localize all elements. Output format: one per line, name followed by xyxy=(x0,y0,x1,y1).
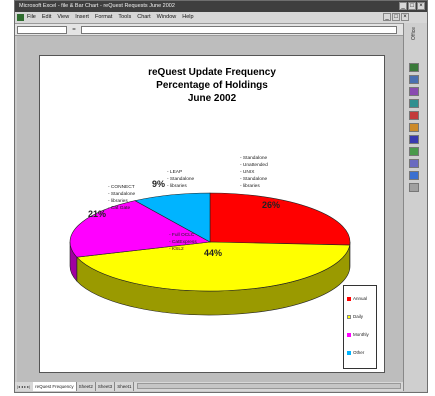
tab-request-frequency[interactable]: reQuest Frequency xyxy=(33,382,77,391)
tab-first-button[interactable]: |◂ xyxy=(17,382,20,391)
legend-label-daily: Daily xyxy=(353,314,364,319)
horizontal-scrollbar[interactable] xyxy=(137,383,401,389)
excel-window: Microsoft Excel - file & Bar Chart - reQ… xyxy=(14,0,428,393)
office-btn-7[interactable] xyxy=(409,135,419,144)
tab-next-button[interactable]: ▸ xyxy=(24,382,26,391)
chart-legend[interactable]: Annual Daily Monthly Other xyxy=(343,285,377,369)
tab-sheet3[interactable]: Sheet3 xyxy=(95,382,116,391)
pie-note-annual: - Unattended xyxy=(240,162,268,168)
doc-close-button[interactable]: × xyxy=(401,13,409,21)
menu-format[interactable]: Format xyxy=(95,12,112,23)
office-btn-4[interactable] xyxy=(409,99,419,108)
legend-label-monthly: Monthly xyxy=(353,332,369,337)
office-btn-2[interactable] xyxy=(409,75,419,84)
doc-restore-button[interactable]: □ xyxy=(392,13,400,21)
sheet-tabs-bar: |◂ ◂ ▸ ▸| reQuest Frequency Sheet2 Sheet… xyxy=(15,382,403,391)
pie-percent-other: 9% xyxy=(152,179,165,189)
pie-note-monthly: - CONNECT xyxy=(108,184,135,190)
office-btn-5[interactable] xyxy=(409,111,419,120)
pie-note-annual: - Standalone xyxy=(240,176,268,182)
legend-swatch-daily xyxy=(347,314,351,319)
menu-bar: File Edit View Insert Format Tools Chart… xyxy=(15,12,427,23)
legend-swatch-other xyxy=(347,350,351,355)
office-btn-8[interactable] xyxy=(409,147,419,156)
menu-help[interactable]: Help xyxy=(182,12,193,23)
pie-note-annual: - libraries xyxy=(240,183,260,189)
office-shortcut-bar: Office xyxy=(403,23,427,391)
tab-navigation: |◂ ◂ ▸ ▸| xyxy=(15,382,30,391)
maximize-button[interactable]: □ xyxy=(408,2,416,10)
pie-note-monthly: - Standalone xyxy=(108,191,136,197)
pie-note-annual: - Standalone xyxy=(240,155,268,161)
office-btn-3[interactable] xyxy=(409,87,419,96)
office-bar-label: Office xyxy=(411,27,417,40)
legend-swatch-monthly xyxy=(347,332,351,337)
formula-input[interactable] xyxy=(81,26,397,34)
menu-view[interactable]: View xyxy=(57,12,69,23)
excel-icon[interactable] xyxy=(17,14,24,21)
legend-item-monthly: Monthly xyxy=(347,332,369,337)
fx-button[interactable]: = xyxy=(70,26,78,34)
legend-item-annual: Annual xyxy=(347,296,367,301)
pie-note-daily: - Full OCLC xyxy=(169,232,195,238)
document-controls: _ □ × xyxy=(383,13,409,21)
menu-chart[interactable]: Chart xyxy=(137,12,150,23)
office-btn-9[interactable] xyxy=(409,159,419,168)
formula-bar: = xyxy=(15,23,403,36)
tab-last-button[interactable]: ▸| xyxy=(27,382,30,391)
pie-note-daily: - CatExpress xyxy=(169,239,197,245)
pie-note-monthly: - Cat Gate xyxy=(108,205,130,211)
pie-note-other: - LEAP xyxy=(167,169,182,175)
name-box[interactable] xyxy=(17,26,67,34)
pie-percent-annual: 26% xyxy=(262,200,280,210)
pie-percent-daily: 44% xyxy=(204,248,222,258)
menu-insert[interactable]: Insert xyxy=(75,12,89,23)
pie-note-other: - Standalone xyxy=(167,176,195,182)
pie-percent-monthly: 21% xyxy=(88,209,106,219)
tab-sheet2[interactable]: Sheet2 xyxy=(76,382,96,391)
pie-note-other: - libraries xyxy=(167,183,187,189)
menu-window[interactable]: Window xyxy=(157,12,177,23)
window-controls: _ □ × xyxy=(399,2,425,10)
pie-note-daily: - KSL2 xyxy=(169,246,184,252)
chart-area[interactable]: reQuest Update Frequency Percentage of H… xyxy=(39,55,385,373)
legend-item-daily: Daily xyxy=(347,314,363,319)
legend-swatch-annual xyxy=(347,296,351,301)
office-btn-6[interactable] xyxy=(409,123,419,132)
minimize-button[interactable]: _ xyxy=(399,2,407,10)
title-bar: Microsoft Excel - file & Bar Chart - reQ… xyxy=(15,1,427,12)
pie-note-annual: - UNIX xyxy=(240,169,255,175)
tab-sheet1[interactable]: Sheet1 xyxy=(115,382,135,391)
pie-chart: 26%- Standalone- Unattended- UNIX- Stand… xyxy=(69,155,351,316)
office-btn-1[interactable] xyxy=(409,63,419,72)
doc-minimize-button[interactable]: _ xyxy=(383,13,391,21)
tab-prev-button[interactable]: ◂ xyxy=(21,382,23,391)
menu-tools[interactable]: Tools xyxy=(118,12,131,23)
menu-file[interactable]: File xyxy=(27,12,36,23)
menu-edit[interactable]: Edit xyxy=(42,12,51,23)
close-button[interactable]: × xyxy=(417,2,425,10)
office-btn-10[interactable] xyxy=(409,171,419,180)
legend-item-other: Other xyxy=(347,350,364,355)
window-title: Microsoft Excel - file & Bar Chart - reQ… xyxy=(19,3,175,9)
legend-label-annual: Annual xyxy=(353,296,368,301)
pie-note-monthly: - libraries xyxy=(108,198,128,204)
office-btn-11[interactable] xyxy=(409,183,419,192)
chart-sheet: reQuest Update Frequency Percentage of H… xyxy=(17,36,403,382)
legend-label-other: Other xyxy=(353,350,365,355)
